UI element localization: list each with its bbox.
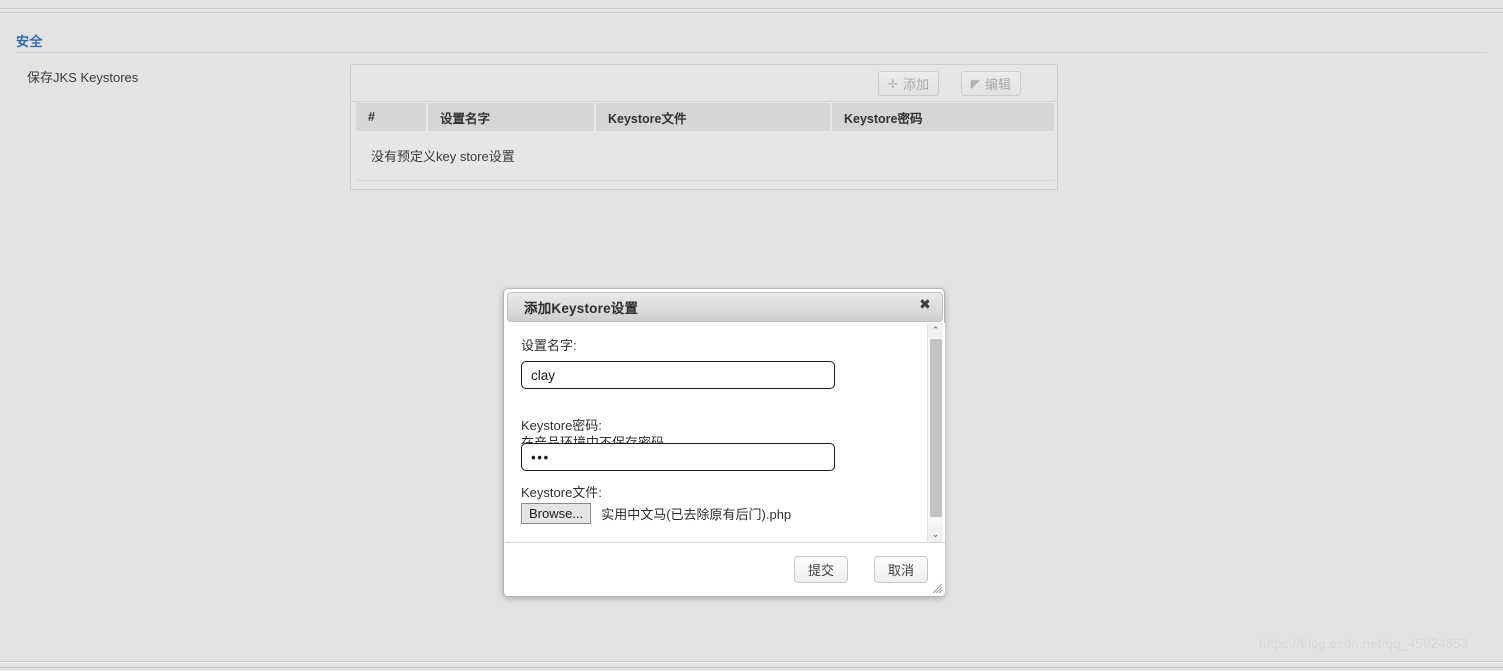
column-header-name[interactable]: 设置名字: [428, 103, 596, 131]
add-button[interactable]: ✛ 添加: [877, 71, 939, 96]
setting-name-input[interactable]: [521, 361, 835, 389]
dialog-titlebar[interactable]: 添加Keystore设置: [507, 292, 943, 322]
tag-icon: ◤: [970, 76, 980, 91]
submit-button[interactable]: 提交: [793, 556, 848, 583]
plus-icon: ✛: [887, 76, 898, 91]
column-header-password[interactable]: Keystore密码: [832, 103, 1054, 131]
edit-button-label: 编辑: [984, 77, 1011, 92]
keystore-file-row: Browse... 实用中文马(已去除原有后门).php: [521, 503, 791, 524]
resize-grip-icon[interactable]: [931, 582, 943, 594]
page-bottom-divider: [0, 661, 1503, 663]
cancel-button[interactable]: 取消: [873, 556, 928, 583]
column-header-index[interactable]: #: [356, 103, 428, 131]
add-button-label: 添加: [902, 77, 929, 92]
column-header-file[interactable]: Keystore文件: [596, 103, 832, 131]
chevron-up-icon[interactable]: ⌃: [928, 323, 943, 338]
page-top-divider: [0, 8, 1503, 10]
page-title[interactable]: 安全: [16, 31, 43, 50]
dialog-title: 添加Keystore设置: [524, 301, 639, 316]
keystore-password-input[interactable]: [521, 443, 835, 471]
keystore-file-label: Keystore文件:: [521, 485, 602, 500]
scrollbar-thumb[interactable]: [930, 339, 942, 517]
dialog-footer: 提交 取消: [505, 542, 945, 596]
form-row-label: 保存JKS Keystores: [27, 70, 139, 85]
close-icon[interactable]: ✖: [916, 295, 934, 313]
edit-button[interactable]: ◤ 编辑: [960, 71, 1021, 96]
dialog-body: 设置名字: Keystore密码: 在产品环境中不保存密码。 Keystore文…: [505, 323, 945, 542]
jks-keystores-panel: ✛ 添加 ◤ 编辑 # 设置名字 Keystore文件 Keystore密码 没…: [350, 64, 1058, 190]
chevron-down-icon[interactable]: ⌄: [928, 527, 943, 542]
setting-name-label: 设置名字:: [521, 338, 577, 353]
table-empty-row: 没有预定义key store设置: [356, 131, 1054, 181]
section-underline: [16, 52, 1487, 53]
selected-file-name: 实用中文马(已去除原有后门).php: [601, 507, 792, 522]
table-empty-message: 没有预定义key store设置: [371, 149, 515, 164]
browse-button[interactable]: Browse...: [521, 503, 592, 524]
add-keystore-dialog: 添加Keystore设置 ✖ 设置名字: Keystore密码: 在产品环境中不…: [503, 288, 945, 597]
page-top-divider-secondary: [0, 12, 1503, 13]
dialog-scrollbar[interactable]: ⌃ ⌄: [927, 323, 943, 542]
watermark: https://blog.csdn.net/qq_45924653: [1259, 636, 1469, 651]
table-header-row: # 设置名字 Keystore文件 Keystore密码: [356, 103, 1054, 131]
panel-toolbar: ✛ 添加 ◤ 编辑: [351, 65, 1057, 102]
page-bottom-divider-secondary: [0, 667, 1503, 668]
